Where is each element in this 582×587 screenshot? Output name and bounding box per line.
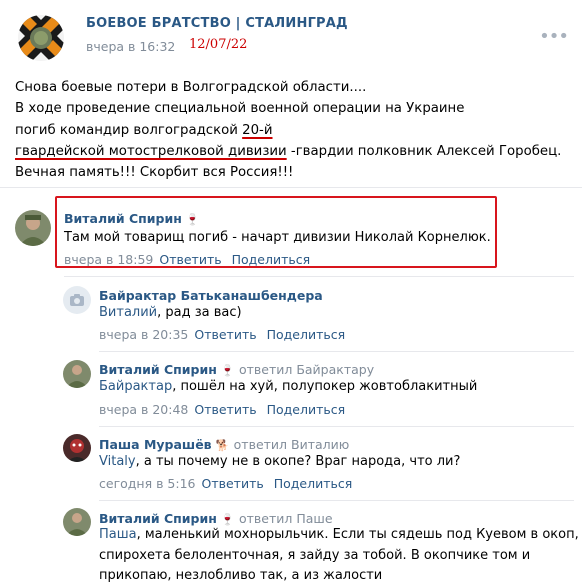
- post-header: БОЕВОЕ БРАТСТВО | СТАЛИНГРАД вчера в 16:…: [15, 12, 575, 62]
- post-text-fragment: погиб командир волгоградской: [15, 122, 243, 138]
- comment-meta: сегодня в 5:16 Ответить Поделиться: [99, 476, 352, 491]
- post-time[interactable]: вчера в 16:32: [86, 39, 175, 54]
- comment-divider: [99, 426, 574, 427]
- post-text-line: гвардейской мотострелковой дивизии -гвар…: [15, 141, 570, 162]
- share-button[interactable]: Поделиться: [274, 476, 353, 491]
- avatar[interactable]: [63, 360, 91, 388]
- comment-text-body: , рад за вас): [157, 305, 242, 320]
- group-avatar[interactable]: [15, 14, 67, 61]
- post-text-line: Снова боевые потери в Волгоградской обла…: [15, 80, 367, 95]
- comment-time[interactable]: вчера в 20:48: [99, 402, 188, 417]
- comment-author[interactable]: Виталий Спирин: [99, 511, 217, 526]
- comment-author[interactable]: Виталий Спирин: [99, 362, 217, 377]
- reply-button[interactable]: Ответить: [194, 327, 256, 342]
- more-icon[interactable]: •••: [539, 26, 569, 47]
- avatar[interactable]: [15, 210, 51, 246]
- post-author[interactable]: БОЕВОЕ БРАТСТВО | СТАЛИНГРАД: [86, 16, 348, 31]
- comment-text-body: , пошёл на хуй, полупокер жовтоблакитный: [172, 379, 478, 394]
- mention-link[interactable]: Байрактар: [99, 379, 172, 394]
- post-text-line: погиб командир волгоградской 20-й: [15, 120, 570, 141]
- post-divider: [0, 187, 582, 188]
- underlined-division-name: гвардейской мотострелковой дивизии: [15, 143, 287, 159]
- comment-time[interactable]: сегодня в 5:16: [99, 476, 196, 491]
- avatar[interactable]: [63, 434, 91, 462]
- comment-author[interactable]: Паша Мурашёв: [99, 437, 212, 452]
- dog-icon: 🐕: [215, 439, 230, 452]
- comment-text-body: , маленький мохнорыльчик. Если ты сядешь…: [136, 527, 579, 542]
- mention-link[interactable]: Виталий: [99, 305, 157, 320]
- avatar[interactable]: [63, 508, 91, 536]
- comment-meta: вчера в 20:35 Ответить Поделиться: [99, 327, 345, 342]
- post-text-line: В ходе проведение специальной военной оп…: [15, 101, 465, 117]
- highlight-box: [55, 196, 497, 268]
- comment-text-body: , а ты почему не в окопе? Враг народа, ч…: [135, 454, 461, 469]
- comment-text: Виталий, рад за вас): [99, 303, 242, 324]
- date-annotation: 12/07/22: [189, 37, 248, 52]
- post-text-line: Вечная память!!! Скорбит вся Россия!!!: [15, 165, 294, 181]
- comment-text: Байрактар, пошёл на хуй, полупокер жовто…: [99, 377, 477, 398]
- camera-icon: [70, 294, 84, 306]
- comment-meta: вчера в 20:48 Ответить Поделиться: [99, 402, 345, 417]
- underlined-division-number: 20-й: [242, 122, 273, 138]
- wine-glass-icon: 🍷: [220, 364, 235, 377]
- comment-divider: [64, 276, 574, 277]
- post-text: Снова боевые потери в Волгоградской обла…: [15, 77, 570, 183]
- reply-button[interactable]: Ответить: [194, 402, 256, 417]
- comment-time[interactable]: вчера в 20:35: [99, 327, 188, 342]
- mention-link[interactable]: Паша: [99, 527, 137, 542]
- comment-text-line: прикопаю, незлобливо так, а из жалости: [99, 568, 383, 583]
- comment-text: Vitaly, а ты почему не в окопе? Враг нар…: [99, 452, 460, 473]
- comment-author[interactable]: Байрактар Батьканашбендера: [99, 288, 323, 303]
- post-text-fragment: -гвардии полковник Алексей Горобец.: [286, 143, 562, 159]
- share-button[interactable]: Поделиться: [267, 402, 346, 417]
- reply-to-label[interactable]: ответил Виталию: [234, 437, 350, 452]
- avatar[interactable]: [63, 286, 91, 314]
- comment-text-line: спирохета белоленточная, я зайду за тобо…: [99, 548, 531, 563]
- reply-to-label[interactable]: ответил Байрактару: [239, 362, 374, 377]
- comment-text: Паша, маленький мохнорыльчик. Если ты ся…: [99, 525, 579, 546]
- comment-divider: [99, 500, 574, 501]
- comment-divider: [99, 351, 574, 352]
- mention-link[interactable]: Vitaly: [99, 454, 136, 469]
- reply-to-label[interactable]: ответил Паше: [239, 511, 333, 526]
- reply-button[interactable]: Ответить: [202, 476, 264, 491]
- share-button[interactable]: Поделиться: [267, 327, 346, 342]
